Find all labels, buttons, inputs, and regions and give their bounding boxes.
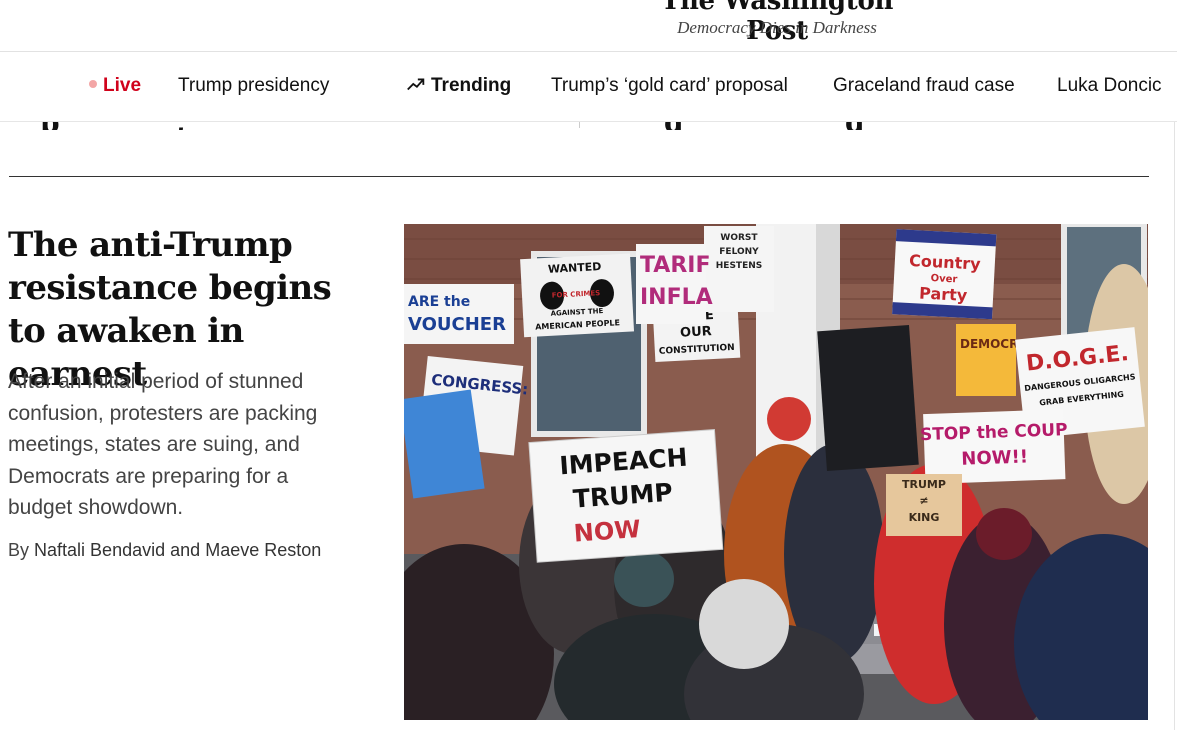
nav-gold-card-link[interactable]: Trump’s ‘gold card’ proposal (551, 52, 788, 121)
wanted-sign: WANTED FOR CRIMES AGAINST THE AMERICAN P… (520, 253, 635, 338)
story-photo[interactable]: IMPEACH TRUMP NOW Country Over Party SAV… (404, 224, 1148, 720)
sign-now-text: NOW (573, 515, 642, 548)
sign-our-text: OUR (680, 324, 712, 341)
sign-inflation-text: INFLA (640, 285, 713, 310)
sign-hestens-text: HESTENS (716, 261, 762, 271)
story-byline: By Naftali Bendavid and Maeve Reston (8, 540, 378, 561)
protest-photo-illustration: IMPEACH TRUMP NOW Country Over Party SAV… (404, 224, 1148, 720)
trending-arrow-icon (407, 78, 425, 91)
column-divider (579, 122, 580, 128)
stop-the-coup-sign: STOP the COUP NOW!! (920, 409, 1068, 485)
right-column-rule (1174, 122, 1175, 730)
author-link[interactable]: Naftali Bendavid (34, 540, 165, 560)
clipped-headline-fragment: g (664, 122, 684, 130)
sign-tariff-text: TARIF (640, 253, 710, 278)
sign-worst-text: WORST (720, 233, 758, 243)
sign-trump-king-2-text: ≠ (919, 494, 928, 507)
tariff-sign: TARIF INFLA (636, 244, 713, 324)
trump-not-king-sign: TRUMP ≠ KING (886, 474, 962, 536)
sign-voucher-text: VOUCHER (408, 314, 506, 335)
voucher-sign: ARE the VOUCHER (404, 284, 514, 344)
sign-stop-now-text: NOW!! (961, 446, 1028, 469)
byline-prefix: By (8, 540, 30, 560)
author-link[interactable]: Maeve Reston (205, 540, 321, 560)
sign-trump-king-3-text: KING (909, 511, 940, 524)
trending-heading: Trending (405, 52, 512, 121)
sign-felony-text: FELONY (719, 247, 759, 257)
clipped-headline-fragment: g (845, 122, 865, 130)
section-divider (9, 176, 1149, 177)
sign-party-text: Party (919, 283, 969, 305)
masthead: The Washington Post Democracy Dies in Da… (0, 0, 1177, 52)
sign-country-text: Country (909, 251, 982, 274)
trending-label: Trending (431, 75, 512, 96)
nav-luka-doncic-link[interactable]: Luka Doncic (1057, 52, 1162, 121)
blue-handwritten-sign (404, 389, 485, 499)
sign-are-the-text: ARE the (408, 294, 470, 310)
site-tagline: Democracy Dies in Darkness (677, 18, 877, 37)
impeach-trump-sign: IMPEACH TRUMP NOW (528, 429, 724, 563)
nav-live-label: Live (103, 75, 142, 96)
nav-live-link[interactable]: Live (89, 52, 142, 121)
byline-joiner: and (170, 540, 201, 560)
story-dek: After an initial period of stunned confu… (8, 370, 318, 519)
nav-trump-presidency-link[interactable]: Trump presidency (178, 52, 329, 121)
nav-graceland-link[interactable]: Graceland fraud case (833, 52, 1015, 121)
topic-navigation: Live Trump presidency Trending Trump’s ‘… (0, 52, 1177, 122)
live-dot-icon (89, 79, 97, 88)
sign-trump-king-1-text: TRUMP (902, 478, 946, 491)
previous-headlines-clipped: p , g g (0, 122, 1177, 130)
clipped-headline-fragment: p (40, 122, 60, 130)
black-chalk-sign (817, 324, 919, 472)
clipped-headline-fragment: , (176, 122, 186, 130)
worst-felony-sign: WORST FELONY HESTENS (704, 226, 774, 312)
country-over-party-sign: Country Over Party (892, 229, 997, 320)
